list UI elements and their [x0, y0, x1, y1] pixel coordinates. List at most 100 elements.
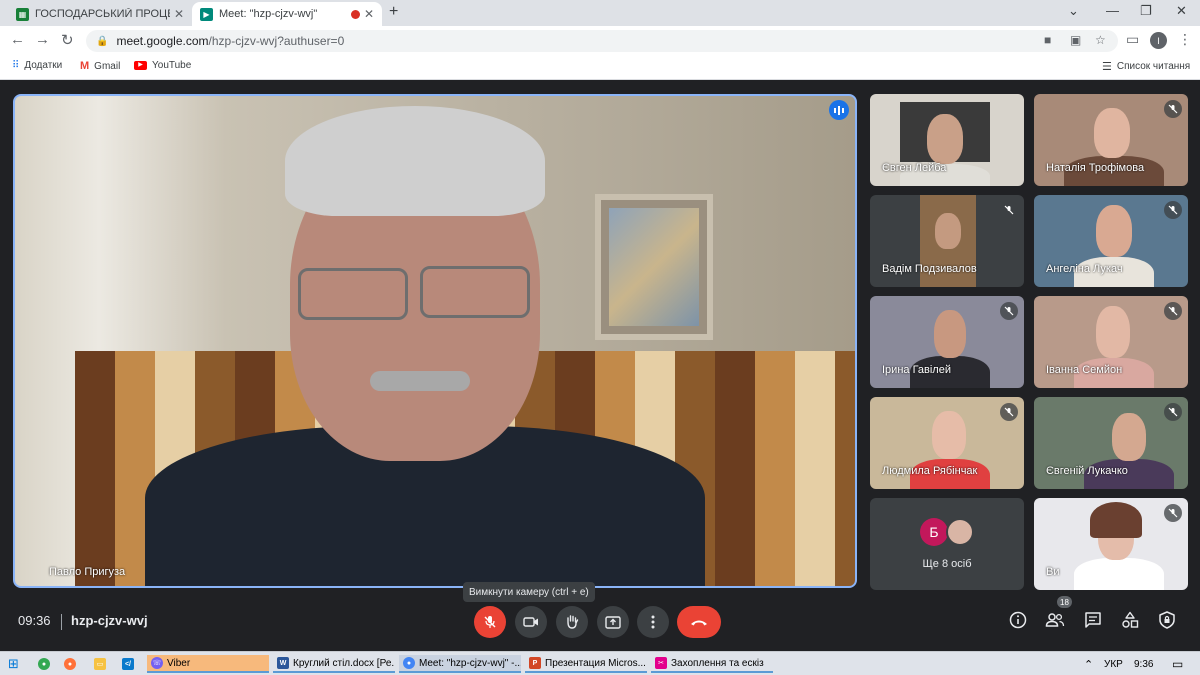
people-button[interactable] [1044, 609, 1066, 631]
windows-start-icon[interactable]: ⊞ [8, 655, 19, 673]
firefox-pinned-icon[interactable]: ● [64, 655, 80, 673]
close-tab-icon[interactable]: ✕ [174, 7, 184, 21]
taskbar-app-chrome[interactable]: ● Meet: "hzp-cjzv-wvj" -... [399, 655, 521, 673]
participant-name: Іванна Семйон [1046, 364, 1123, 376]
muted-mic-icon [1164, 504, 1182, 522]
menu-kebab-icon[interactable]: ⋮ [1178, 31, 1192, 48]
reload-icon[interactable]: ↻ [61, 31, 74, 49]
qr-code-icon[interactable]: ▣ [1070, 33, 1081, 47]
taskbar-app-word[interactable]: W Круглий стіл.docx [Ре... [273, 655, 395, 673]
muted-mic-icon [1164, 100, 1182, 118]
participant-tile-4[interactable]: Ірина Гавілей [870, 296, 1024, 388]
bookmark-star-icon[interactable]: ☆ [1095, 33, 1106, 47]
participant-face [935, 213, 961, 249]
cast-icon[interactable]: ▭ [1126, 31, 1139, 48]
call-time: 09:36 [18, 613, 51, 628]
taskbar-app-label: Meet: "hzp-cjzv-wvj" -... [419, 657, 521, 669]
maximize-button[interactable]: ❐ [1140, 3, 1152, 19]
taskbar-app-powerpoint[interactable]: P Презентация Micros... [525, 655, 647, 673]
participant-name: Євгеній Лукачко [1046, 465, 1128, 477]
reading-list-label: Список читання [1116, 61, 1191, 72]
address-bar[interactable]: 🔒 meet.google.com/hzp-cjzv-wvj?authuser=… [86, 30, 1118, 52]
glasses-left [298, 268, 408, 320]
main-speaker-name: Павло Пригуза [49, 566, 126, 578]
participant-face [927, 114, 963, 164]
self-view-tile[interactable]: Ви [1034, 498, 1188, 590]
bookmark-label: Додатки [24, 60, 63, 71]
profile-avatar[interactable]: I [1150, 32, 1167, 49]
activities-icon [1122, 611, 1139, 628]
forward-arrow-icon[interactable]: → [35, 31, 50, 48]
people-icon [1045, 613, 1065, 627]
tray-chevron-icon[interactable]: ⌃ [1084, 655, 1093, 673]
muted-mic-icon [1164, 403, 1182, 421]
participant-tile-1[interactable]: Наталія Трофімова [1034, 94, 1188, 186]
meeting-details-button[interactable] [1007, 609, 1029, 631]
muted-mic-icon [1000, 302, 1018, 320]
minimize-button[interactable]: — [1106, 3, 1119, 18]
new-tab-button[interactable]: + [389, 3, 398, 21]
mic-off-icon [484, 616, 496, 628]
main-speaker-tile[interactable]: Павло Пригуза [13, 94, 857, 588]
more-participants-tile[interactable]: Б Ще 8 осіб [870, 498, 1024, 590]
browser-window: ▦ ГОСПОДАРСЬКИЙ ПРОЦЕС Пр ✕ ▶ Meet: "hzp… [0, 0, 1200, 80]
address-path: /hzp-cjzv-wvj?authuser=0 [208, 34, 345, 48]
participant-face [1096, 306, 1130, 358]
recording-indicator-icon [350, 9, 360, 19]
camera-in-use-icon[interactable]: ■ [1044, 33, 1051, 47]
people-count-badge: 18 [1057, 596, 1072, 608]
present-screen-button[interactable] [597, 606, 629, 638]
muted-mic-icon [1164, 302, 1182, 320]
bookmark-gmail[interactable]: M Gmail [80, 60, 120, 72]
taskbar-clock[interactable]: 9:36 [1134, 655, 1153, 673]
hand-icon [567, 615, 579, 629]
tab-search-chevron-icon[interactable]: ⌄ [1068, 3, 1079, 19]
participant-name: Людмила Рябінчак [882, 465, 978, 477]
taskbar-app-snip[interactable]: ✂ Захоплення та ескіз [651, 655, 773, 673]
host-controls-button[interactable] [1156, 609, 1178, 631]
bookmark-label: Gmail [94, 60, 121, 72]
close-tab-icon[interactable]: ✕ [364, 7, 374, 21]
glasses-right [420, 266, 530, 318]
browser-toolbar: ← → ↻ 🔒 meet.google.com/hzp-cjzv-wvj?aut… [0, 26, 1200, 56]
participant-tile-6[interactable]: Людмила Рябінчак [870, 397, 1024, 489]
participant-tile-5[interactable]: Іванна Семйон [1034, 296, 1188, 388]
leave-call-button[interactable] [677, 606, 721, 638]
tab-meet[interactable]: ▶ Meet: "hzp-cjzv-wvj" ✕ [192, 2, 382, 26]
sheets-icon: ▦ [16, 7, 29, 21]
apps-grid-icon: ⠿ [12, 60, 20, 71]
chat-button[interactable] [1082, 609, 1104, 631]
participant-tile-0[interactable]: Євген Лейба [870, 94, 1024, 186]
participant-face [934, 310, 966, 358]
bookmark-apps[interactable]: ⠿ Додатки [12, 60, 62, 71]
vscode-icon[interactable]: </ [122, 655, 138, 673]
close-window-button[interactable]: ✕ [1176, 3, 1187, 19]
muted-mic-icon [1000, 201, 1018, 219]
toggle-camera-button[interactable] [515, 606, 547, 638]
notifications-icon[interactable]: ▭ [1172, 655, 1183, 673]
participant-face [1096, 205, 1132, 257]
reading-list-button[interactable]: ☰ Список читання [1102, 60, 1190, 73]
youtube-icon: ▶ [134, 61, 147, 70]
meet-call-area: Павло Пригуза Євген Лейба Наталія Трофім… [0, 80, 1200, 651]
powerpoint-icon: P [529, 657, 541, 669]
taskbar-app-viber[interactable]: ☏ Viber [147, 655, 269, 673]
participant-tile-7[interactable]: Євгеній Лукачко [1034, 397, 1188, 489]
back-arrow-icon[interactable]: ← [10, 31, 25, 48]
participant-face [1094, 108, 1130, 158]
activities-button[interactable] [1119, 609, 1141, 631]
tab-sheets[interactable]: ▦ ГОСПОДАРСЬКИЙ ПРОЦЕС Пр ✕ [8, 2, 192, 26]
taskbar-app-label: Презентация Micros... [545, 657, 646, 669]
chrome-pinned-icon[interactable]: ● [38, 655, 54, 673]
more-options-button[interactable] [637, 606, 669, 638]
bookmark-youtube[interactable]: ▶ YouTube [134, 60, 191, 71]
muted-mic-icon [1164, 201, 1182, 219]
participant-tile-2[interactable]: Вадім Подзивалов [870, 195, 1024, 287]
raise-hand-button[interactable] [556, 606, 588, 638]
input-language[interactable]: УКР [1104, 655, 1123, 673]
participant-tile-3[interactable]: Ангеліна Лукач [1034, 195, 1188, 287]
participant-name: Євген Лейба [882, 162, 947, 174]
file-explorer-icon[interactable]: ▭ [94, 655, 110, 673]
meet-icon: ▶ [200, 7, 213, 21]
toggle-microphone-button[interactable] [474, 606, 506, 638]
